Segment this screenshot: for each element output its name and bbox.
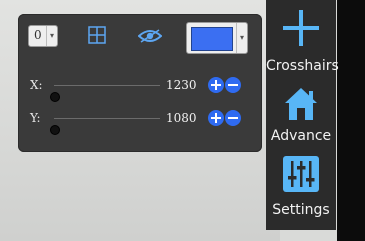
crosshairs-icon [283, 10, 319, 46]
index-select-value: 0 [34, 28, 42, 42]
x-position-row: X: 1230 [30, 74, 256, 102]
chevron-down-icon: ▾ [236, 23, 247, 53]
x-label: X: [30, 78, 43, 92]
toolbar-item-label: Crosshairs [266, 58, 339, 74]
toolbar-item-label: Advance [270, 128, 332, 144]
chevron-down-icon: ▾ [46, 26, 57, 46]
y-label: Y: [30, 111, 41, 125]
color-select[interactable]: ▾ [186, 22, 248, 54]
x-increase-button[interactable] [208, 77, 224, 93]
toolbar-item-settings[interactable]: Settings [266, 150, 336, 226]
eye-icon[interactable] [138, 28, 162, 44]
home-icon [285, 88, 317, 120]
crosshair-settings-panel: 0 ▾ ▾ X: 1230 Y: 1080 [18, 14, 262, 152]
y-value: 1080 [166, 111, 197, 125]
x-slider-handle[interactable] [50, 92, 60, 102]
y-slider[interactable] [50, 118, 160, 135]
color-swatch [191, 27, 233, 51]
grid-icon[interactable] [88, 26, 106, 44]
window-edge [337, 0, 365, 241]
y-increase-button[interactable] [208, 110, 224, 126]
index-select[interactable]: 0 ▾ [28, 25, 58, 47]
x-value: 1230 [166, 78, 197, 92]
right-toolbar: Crosshairs Advance Settings [266, 0, 339, 230]
sliders-icon [283, 156, 319, 192]
y-decrease-button[interactable] [225, 110, 241, 126]
toolbar-item-crosshairs[interactable]: Crosshairs [266, 6, 339, 82]
y-slider-handle[interactable] [50, 125, 60, 135]
toolbar-item-advance[interactable]: Advance [266, 78, 336, 154]
x-decrease-button[interactable] [225, 77, 241, 93]
x-slider[interactable] [50, 85, 160, 102]
toolbar-item-label: Settings [272, 202, 330, 218]
y-position-row: Y: 1080 [30, 107, 256, 135]
